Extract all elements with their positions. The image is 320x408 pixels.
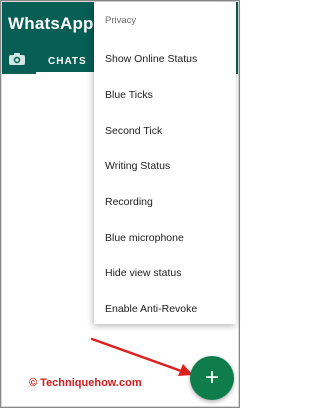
plus-icon: + [204,364,219,391]
menu-header: Privacy [105,15,137,26]
menu-item-second-tick[interactable]: Second Tick [105,125,162,137]
camera-tab[interactable] [8,52,26,66]
watermark: © Techniquehow.com [29,377,142,389]
tab-chats[interactable]: CHATS [48,56,87,67]
app-title: WhatsApp [8,14,94,33]
menu-item-writing-status[interactable]: Writing Status [105,160,170,172]
tab-indicator [36,72,96,75]
camera-icon [9,53,25,65]
menu-item-recording[interactable]: Recording [105,196,153,208]
menu-item-show-online-status[interactable]: Show Online Status [105,53,197,65]
menu-item-hide-view-status[interactable]: Hide view status [105,267,181,279]
menu-item-enable-anti-revoke[interactable]: Enable Anti-Revoke [105,303,197,315]
menu-item-blue-ticks[interactable]: Blue Ticks [105,89,153,101]
new-chat-button[interactable]: + [190,356,234,400]
privacy-menu: Privacy Show Online Status Blue Ticks Se… [94,2,236,324]
menu-item-blue-microphone[interactable]: Blue microphone [105,232,184,244]
